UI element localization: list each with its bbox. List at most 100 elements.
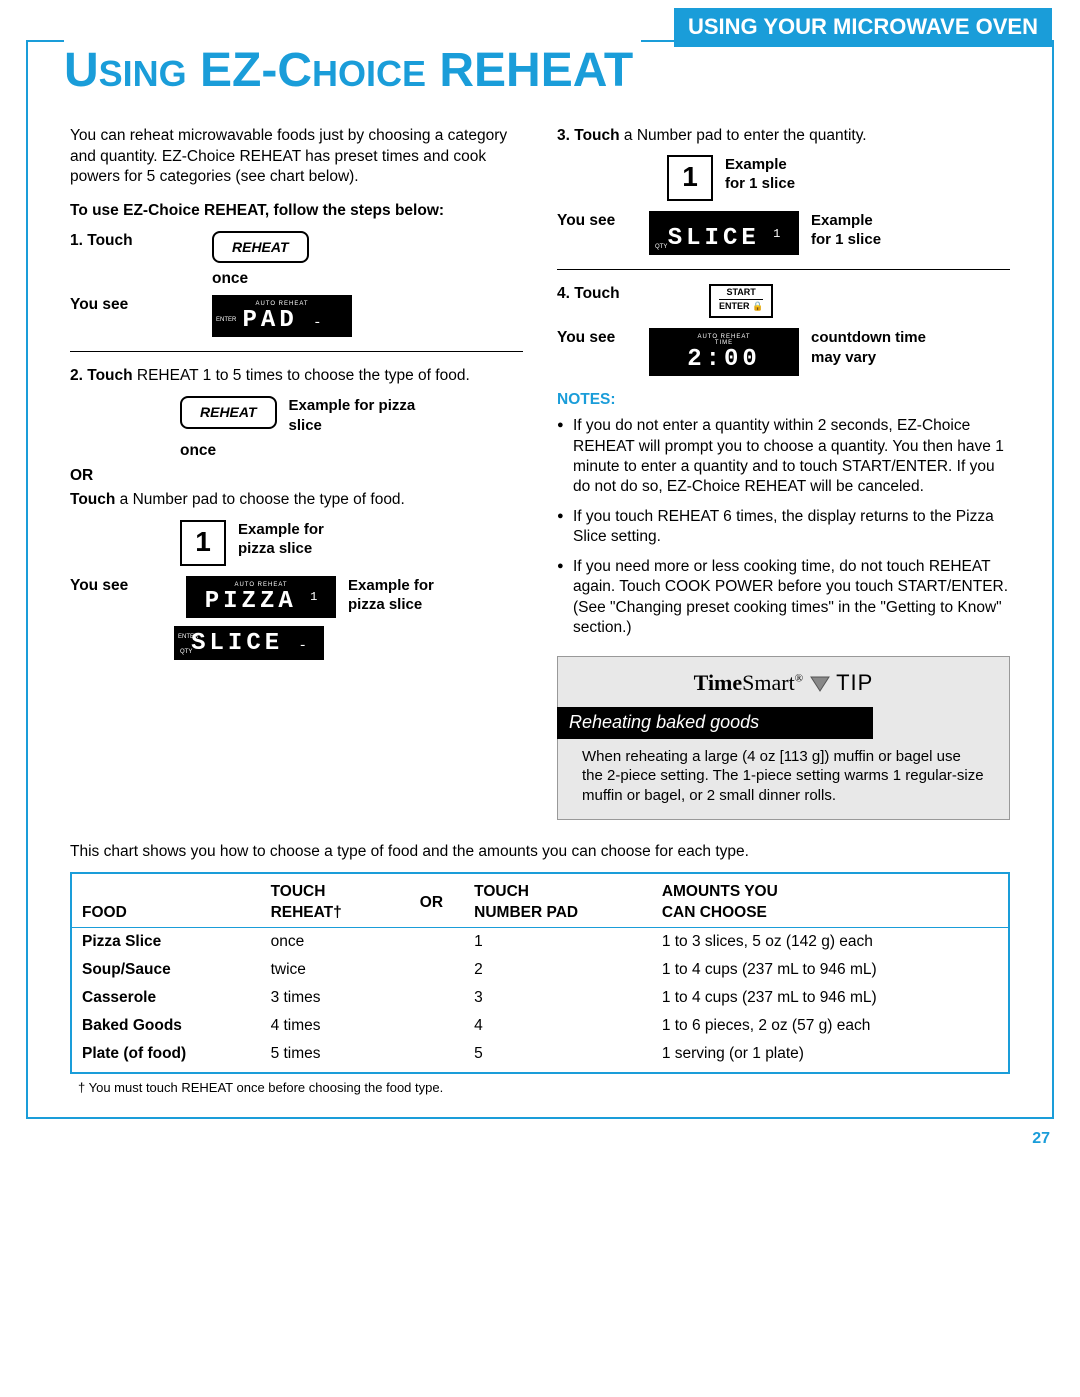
- example-label: Example for pizza slice: [348, 576, 458, 615]
- display-text: SLICE: [668, 225, 760, 252]
- lock-icon: 🔒: [752, 301, 763, 311]
- start-label: START: [719, 288, 763, 298]
- once-label: once: [180, 441, 523, 461]
- step-number: 3.: [557, 127, 570, 144]
- cell-pad: 1: [464, 927, 652, 956]
- display-indicator: ENTER: [178, 634, 198, 642]
- step-number: 1.: [70, 232, 83, 249]
- number-pad-button: 1: [180, 520, 226, 566]
- notes-heading: NOTES:: [557, 390, 1010, 410]
- lcd-display: ENTER SLICE - QTY: [174, 626, 324, 660]
- intro-text: You can reheat microwavable foods just b…: [70, 126, 523, 186]
- cell-or: [399, 927, 464, 956]
- example-label: Example for 1 slice: [725, 155, 795, 194]
- cell-or: [399, 1040, 464, 1073]
- display-indicator: ENTER: [216, 317, 236, 325]
- step-3: 3. Touch a Number pad to enter the quant…: [557, 126, 1010, 254]
- display-indicator: AUTO REHEAT TIME: [659, 334, 789, 346]
- col-pad: TOUCH NUMBER PAD: [464, 873, 652, 927]
- example-label: Example for 1 slice: [811, 211, 881, 250]
- countdown-note: countdown time may vary: [811, 328, 941, 367]
- example-label: Example for pizza slice: [238, 520, 358, 559]
- lcd-display: AUTO REHEAT ENTER PAD -: [212, 295, 352, 337]
- cell-pad: 4: [464, 1012, 652, 1040]
- table-footnote: † You must touch REHEAT once before choo…: [70, 1080, 1010, 1097]
- t: EZ-C: [187, 44, 312, 97]
- page-number: 27: [0, 1129, 1080, 1150]
- cell-reheat: 5 times: [261, 1040, 399, 1073]
- display-text: 1: [310, 590, 317, 604]
- cell-amounts: 1 to 6 pieces, 2 oz (57 g) each: [652, 1012, 1009, 1040]
- cell-reheat: 4 times: [261, 1012, 399, 1040]
- step-action: Touch: [574, 127, 619, 144]
- page-title: USING EZ-CHOICE REHEAT: [64, 40, 641, 102]
- cell-amounts: 1 to 4 cups (237 mL to 946 mL): [652, 956, 1009, 984]
- step-4: 4. Touch START ENTER 🔒 You see AUTO REHE: [557, 284, 1010, 377]
- cell-or: [399, 956, 464, 984]
- cell-amounts: 1 to 3 slices, 5 oz (142 g) each: [652, 927, 1009, 956]
- cell-reheat: 3 times: [261, 984, 399, 1012]
- step-text: REHEAT 1 to 5 times to choose the type o…: [133, 367, 470, 384]
- cell-food: Plate (of food): [71, 1040, 261, 1073]
- steps-heading: To use EZ-Choice REHEAT, follow the step…: [70, 201, 523, 221]
- col-reheat: TOUCH REHEAT†: [261, 873, 399, 927]
- cell-amounts: 1 serving (or 1 plate): [652, 1040, 1009, 1073]
- step-action: Touch: [574, 285, 619, 302]
- col-or: OR: [399, 873, 464, 927]
- brand-text: Smart: [742, 670, 795, 695]
- display-text: SLICE: [191, 630, 283, 657]
- cell-or: [399, 1012, 464, 1040]
- tip-heading: TimeSmart® TIP: [558, 665, 1009, 708]
- display-text: PIZZA: [205, 588, 297, 615]
- left-column: You can reheat microwavable foods just b…: [70, 126, 523, 820]
- step-text: a Number pad to enter the quantity.: [620, 127, 867, 144]
- enter-label: ENTER: [719, 301, 750, 311]
- step-action: Touch: [70, 491, 115, 508]
- you-see-label: You see: [557, 211, 627, 231]
- display-text: 2:00: [687, 346, 761, 373]
- cell-pad: 5: [464, 1040, 652, 1073]
- timesmart-tip-box: TimeSmart® TIP Reheating baked goods Whe…: [557, 656, 1010, 820]
- separator: [557, 269, 1010, 270]
- col-food: FOOD: [71, 873, 261, 927]
- cell-amounts: 1 to 4 cups (237 mL to 946 mL): [652, 984, 1009, 1012]
- display-text: PAD: [243, 307, 298, 334]
- down-triangle-icon: [809, 675, 831, 693]
- cell-food: Soup/Sauce: [71, 956, 261, 984]
- table-row: Casserole3 times31 to 4 cups (237 mL to …: [71, 984, 1009, 1012]
- once-label: once: [212, 269, 309, 289]
- cell-food: Pizza Slice: [71, 927, 261, 956]
- or-label: OR: [70, 466, 523, 486]
- cell-pad: 2: [464, 956, 652, 984]
- you-see-label: You see: [70, 295, 140, 315]
- note-item: If you need more or less cooking time, d…: [557, 557, 1010, 638]
- display-text: -: [313, 315, 321, 331]
- note-item: If you do not enter a quantity within 2 …: [557, 416, 1010, 497]
- cell-reheat: twice: [261, 956, 399, 984]
- t: REHEAT: [426, 44, 633, 97]
- two-column-layout: You can reheat microwavable foods just b…: [70, 126, 1010, 820]
- section-header-bar: USING YOUR MICROWAVE OVEN: [674, 8, 1052, 47]
- note-item: If you touch REHEAT 6 times, the display…: [557, 507, 1010, 547]
- step-2: 2. Touch REHEAT 1 to 5 times to choose t…: [70, 366, 523, 660]
- notes-list: If you do not enter a quantity within 2 …: [557, 416, 1010, 637]
- display-text: 1: [773, 227, 780, 241]
- step-number: 2.: [70, 367, 83, 384]
- step-1: 1. Touch REHEAT once You see AUTO REHEAT…: [70, 231, 523, 337]
- registered-icon: ®: [795, 673, 803, 685]
- reheat-button: REHEAT: [212, 231, 309, 263]
- col-amounts: AMOUNTS YOU CAN CHOOSE: [652, 873, 1009, 927]
- example-label: Example for pizza slice: [289, 396, 429, 435]
- step-number: 4.: [557, 285, 570, 302]
- chart-intro: This chart shows you how to choose a typ…: [70, 842, 1010, 862]
- cell-food: Casserole: [71, 984, 261, 1012]
- tip-body: When reheating a large (4 oz [113 g]) mu…: [558, 739, 1009, 820]
- t: HOICE: [312, 53, 426, 94]
- step-action: Touch: [87, 367, 132, 384]
- number-pad-button: 1: [667, 155, 713, 201]
- step-text: a Number pad to choose the type of food.: [115, 491, 405, 508]
- reheat-chart-table: FOOD TOUCH REHEAT† OR TOUCH NUMBER PAD A…: [70, 872, 1010, 1074]
- t: SING: [99, 53, 187, 94]
- t: U: [64, 44, 99, 97]
- page-frame: USING YOUR MICROWAVE OVEN USING EZ-CHOIC…: [26, 40, 1054, 1119]
